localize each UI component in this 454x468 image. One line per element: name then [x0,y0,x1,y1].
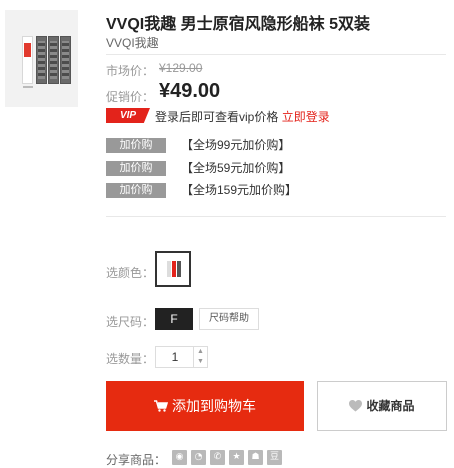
star-icon[interactable]: ★ [229,450,244,465]
share-icons: ◉ ◔ ✆ ★ ☗ 豆 [172,450,282,465]
qzone-icon[interactable]: ✆ [210,450,225,465]
add-to-cart-button[interactable]: 添加到购物车 [106,381,304,431]
vip-notice-text: 登录后即可查看vip价格 [155,110,279,124]
vip-notice: 登录后即可查看vip价格 立即登录 [155,108,330,125]
color-label: 选颜色： [106,266,155,280]
sock-pack-image [36,36,47,84]
favorite-label: 收藏商品 [366,399,415,413]
sock-pack-image [48,36,59,84]
qq-icon[interactable]: ☗ [248,450,263,465]
heart-icon [349,399,363,412]
promo-badge: 加价购 [106,138,166,153]
size-label: 选尺码： [106,315,155,329]
increment-icon[interactable]: ▲ [194,347,207,357]
decrement-icon[interactable]: ▼ [194,357,207,367]
promo-link[interactable]: 【全场59元加价购】 [181,161,290,176]
market-price: ¥129.00 [159,61,203,75]
login-link[interactable]: 立即登录 [282,110,330,124]
wechat-icon[interactable]: ◔ [191,450,206,465]
quantity-label: 选数量： [106,352,155,366]
color-option-swatch[interactable] [155,251,191,287]
cart-icon [154,400,168,412]
sale-price: ¥49.00 [159,80,221,102]
stepper-controls: ▲ ▼ [193,347,207,367]
promo-link[interactable]: 【全场159元加价购】 [181,183,297,198]
sock-pack-image [60,36,71,84]
add-to-cart-label: 添加到购物车 [172,398,256,414]
sock-pack-red-image [22,36,33,84]
vip-badge: VIP [106,108,150,123]
market-price-label: 市场价： [106,64,155,78]
douban-icon[interactable]: 豆 [267,450,282,465]
size-help-button[interactable]: 尺码帮助 [199,308,259,330]
product-title: VVQI我趣 男士原宿风隐形船袜 5双装 [106,16,371,33]
favorite-button[interactable]: 收藏商品 [317,381,447,431]
promo-badge: 加价购 [106,183,166,198]
divider [106,216,446,217]
share-label: 分享商品： [106,453,167,467]
divider [106,54,446,55]
promo-link[interactable]: 【全场99元加价购】 [181,138,290,153]
brand-name[interactable]: VVQI我趣 [106,34,159,51]
product-thumbnail[interactable] [5,10,78,107]
quantity-input[interactable] [156,347,194,367]
sale-price-label: 促销价： [106,90,155,104]
promo-badge: 加价购 [106,161,166,176]
size-option-f[interactable]: F [155,308,193,330]
weibo-icon[interactable]: ◉ [172,450,187,465]
quantity-stepper: ▲ ▼ [155,346,208,368]
